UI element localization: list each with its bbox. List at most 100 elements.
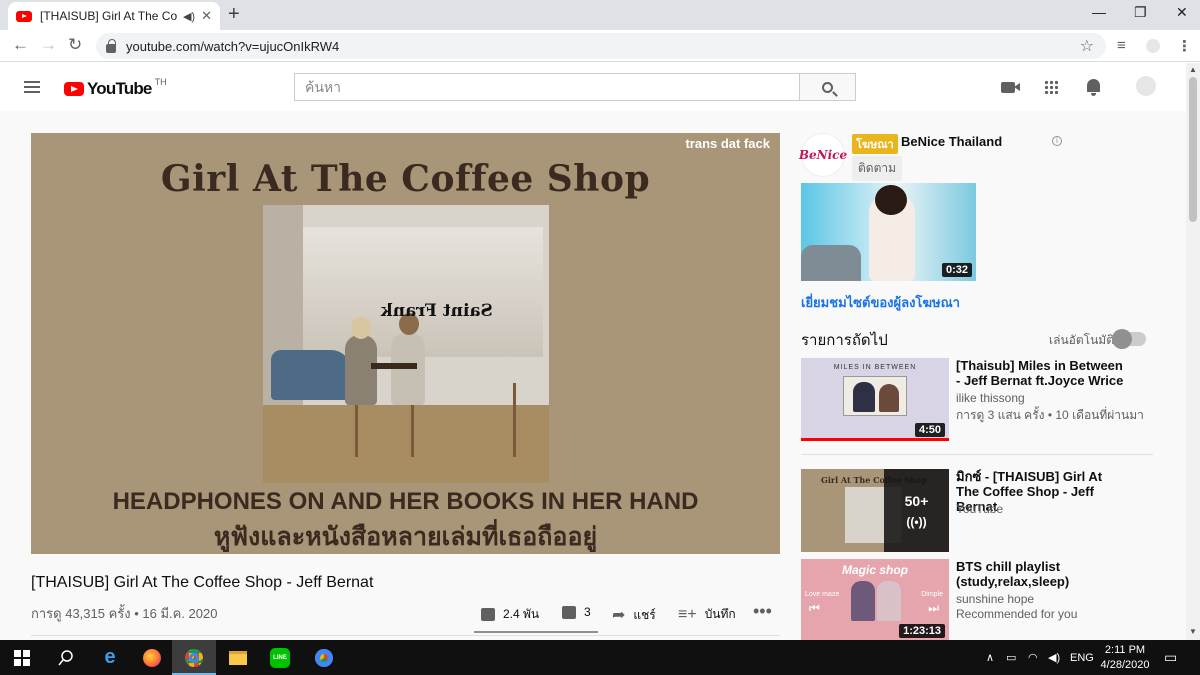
autoplay-label: เล่นอัตโนมัติ	[1049, 333, 1115, 347]
follow-button[interactable]: ติดตาม	[852, 156, 903, 181]
search-icon	[822, 81, 833, 93]
scroll-up-arrow-icon[interactable]: ▲	[1189, 65, 1197, 74]
advertiser-logo[interactable]: BeNice	[799, 133, 847, 177]
youtube-masthead: YouTube TH	[0, 63, 1186, 111]
recommended-mix[interactable]: Girl At The Coffee Shop 50+ ((•)) มิกซ์ …	[801, 469, 1161, 553]
wifi-icon[interactable]: ◠	[1028, 640, 1038, 675]
lock-icon	[106, 38, 116, 53]
save-label: บันทึก	[704, 607, 736, 621]
channel-name[interactable]: YouTube	[956, 502, 1003, 516]
divider	[801, 454, 1153, 455]
car-shape	[801, 245, 861, 281]
clock-time: 2:11 PM	[1104, 644, 1146, 656]
thumb-text: MILES IN BETWEEN	[833, 364, 917, 371]
tab-close-icon[interactable]: ✕	[201, 8, 212, 24]
notification-center-icon[interactable]: ▭	[1164, 640, 1177, 675]
thumb-left-text: Love maze	[805, 591, 840, 598]
edge-browser-icon[interactable]: e	[88, 640, 132, 675]
advertiser-name[interactable]: BeNice Thailand	[901, 134, 1002, 149]
browser-tab[interactable]: [THAISUB] Girl At The Coffee ◀) ✕	[8, 2, 220, 30]
tab-title: [THAISUB] Girl At The Coffee	[40, 9, 177, 23]
chrome-icon[interactable]	[302, 640, 346, 675]
share-arrow-icon: ➦	[612, 607, 626, 624]
firefox-icon[interactable]	[130, 640, 174, 675]
video-player[interactable]: trans dat fack Girl At The Coffee Shop S…	[31, 133, 780, 554]
apps-grid-icon[interactable]	[1044, 80, 1058, 94]
account-avatar[interactable]	[1136, 76, 1156, 96]
scrollbar-thumb[interactable]	[1189, 77, 1197, 222]
back-arrow-icon[interactable]: ←	[12, 35, 29, 55]
car-shape	[271, 350, 351, 400]
video-title[interactable]: BTS chill playlist (study,relax,sleep)	[956, 559, 1126, 589]
youtube-logo[interactable]: YouTube TH	[64, 77, 167, 99]
url-text: youtube.com/watch?v=ujucOnIkRW4	[126, 38, 340, 54]
battery-icon[interactable]: ▭	[1006, 640, 1016, 675]
thumb-figure	[877, 581, 901, 621]
video-duration: 4:50	[914, 423, 945, 437]
forward-arrow-icon[interactable]: →	[40, 35, 57, 55]
video-meta: Recommended for you	[956, 607, 1078, 621]
recommended-video[interactable]: MILES IN BETWEEN 4:50 [Thaisub] Miles in…	[801, 358, 1161, 442]
system-clock[interactable]: 2:11 PM 4/28/2020	[1099, 643, 1151, 673]
page-scrollbar[interactable]: ▲ ▼	[1186, 63, 1200, 640]
address-bar[interactable]: youtube.com/watch?v=ujucOnIkRW4 ☆	[96, 33, 1106, 59]
restore-icon[interactable]: ❐	[1134, 4, 1147, 21]
floor	[263, 405, 549, 483]
up-next-heading: รายการถัดไป	[801, 332, 888, 349]
youtube-play-icon	[64, 82, 84, 96]
save-button[interactable]: ≡+ บันทึก	[678, 605, 736, 624]
browser-menu-icon[interactable]: ⋮	[1177, 37, 1192, 55]
volume-icon[interactable]: ◀)	[1048, 640, 1060, 675]
video-thumbnail[interactable]: MILES IN BETWEEN 4:50	[801, 358, 949, 441]
reload-icon[interactable]: ↻	[68, 35, 82, 55]
autoplay-toggle[interactable]	[1112, 329, 1146, 349]
video-thumbnail[interactable]: Magic shop Love maze ⏮ Dimple ⏭ 1:23:13	[801, 559, 949, 640]
watch-page: trans dat fack Girl At The Coffee Shop S…	[0, 111, 1186, 640]
profile-avatar-icon[interactable]	[1146, 39, 1160, 53]
new-tab-button[interactable]: +	[228, 3, 240, 26]
lyric-caption-english: HEADPHONES ON AND HER BOOKS IN HER HAND	[112, 488, 699, 515]
share-button[interactable]: ➦ แชร์	[612, 605, 656, 625]
file-explorer-icon[interactable]	[216, 640, 260, 675]
windows-start-icon[interactable]	[0, 640, 44, 675]
dislike-button[interactable]: 3	[562, 605, 591, 619]
video-title: [THAISUB] Girl At The Coffee Shop - Jeff…	[31, 574, 374, 591]
more-actions-icon[interactable]: •••	[753, 601, 772, 622]
video-title[interactable]: [Thaisub] Miles in Between - Jeff Bernat…	[956, 358, 1126, 388]
video-thumbnail[interactable]: Girl At The Coffee Shop 50+ ((•))	[801, 469, 949, 552]
chrome-icon[interactable]	[172, 640, 216, 675]
search-input[interactable]	[294, 73, 800, 101]
ad-video-thumbnail[interactable]: 0:32	[801, 183, 976, 281]
thumbs-down-icon	[562, 605, 576, 619]
show-hidden-icons-icon[interactable]: ∧	[986, 640, 994, 675]
input-language[interactable]: ENG	[1070, 640, 1094, 675]
coffee-shop-photo: Saint Frank	[263, 205, 549, 483]
recommended-video[interactable]: Magic shop Love maze ⏮ Dimple ⏭ 1:23:13 …	[801, 559, 1161, 640]
search-icon[interactable]	[44, 640, 88, 675]
info-icon[interactable]: i	[1052, 136, 1062, 146]
line-app-icon[interactable]: LINE	[258, 640, 302, 675]
ad-badge: โฆษณา	[852, 134, 898, 154]
close-window-icon[interactable]: ✕	[1176, 4, 1188, 21]
thumb-figure	[851, 581, 875, 621]
like-button[interactable]: 2.4 พัน	[481, 605, 539, 624]
channel-name[interactable]: sunshine hope	[956, 592, 1034, 606]
audio-playing-icon[interactable]: ◀)	[183, 10, 195, 23]
media-control-icon[interactable]: ≡	[1117, 37, 1126, 54]
like-count: 2.4 พัน	[503, 607, 540, 621]
mix-radio-icon: ((•))	[906, 514, 927, 529]
thumbs-up-icon	[481, 608, 495, 621]
person-figure	[345, 335, 377, 405]
bookmark-star-icon[interactable]: ☆	[1080, 36, 1094, 56]
stool-leg	[513, 383, 516, 457]
scroll-down-arrow-icon[interactable]: ▼	[1189, 627, 1197, 636]
visit-advertiser-link[interactable]: เยี่ยมชมไซต์ของผู้ลงโฆษณา	[801, 292, 960, 313]
search-button[interactable]	[799, 73, 856, 101]
minimize-icon[interactable]: —	[1092, 4, 1106, 20]
create-video-icon[interactable]	[1001, 82, 1020, 93]
notifications-bell-icon[interactable]	[1087, 79, 1100, 96]
mix-count: 50+	[904, 492, 929, 509]
hamburger-menu-icon[interactable]	[24, 81, 40, 93]
building-background	[303, 227, 543, 357]
channel-name[interactable]: ilike thissong	[956, 391, 1025, 405]
